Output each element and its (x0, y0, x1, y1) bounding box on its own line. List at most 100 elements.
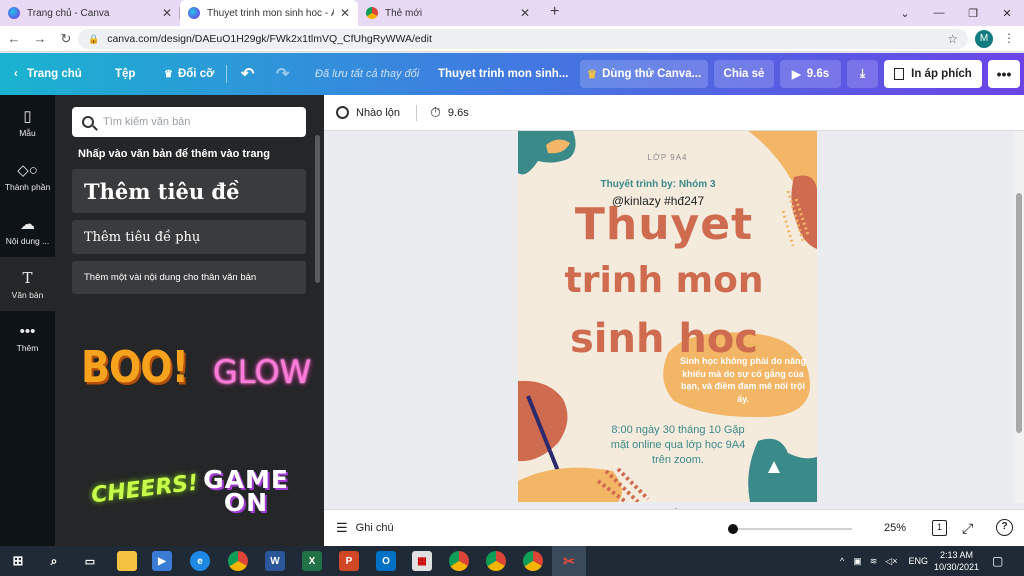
more-icon: ••• (996, 66, 1012, 82)
file-menu[interactable]: Tệp (115, 53, 135, 95)
bookmark-star-icon[interactable]: ☆ (947, 32, 958, 46)
scroll-thumb[interactable] (1016, 193, 1022, 433)
rail-item-uploads[interactable]: ☁ Nội dung ... (0, 203, 55, 257)
sticker-glow[interactable]: GLOW (213, 353, 311, 391)
powerpoint-icon[interactable]: P (339, 551, 359, 571)
url-input[interactable]: 🔒 canva.com/design/DAEuO1H29gk/FWk2x1tlm… (78, 29, 968, 49)
zoom-percent[interactable]: 25% (884, 522, 906, 534)
share-button[interactable]: Chia sẻ (714, 60, 774, 88)
chrome-icon[interactable] (486, 551, 506, 571)
clock[interactable]: 2:13 AM 10/30/2021 (934, 546, 979, 576)
search-icon[interactable]: ⌕ (44, 551, 64, 571)
print-label: In áp phích (911, 68, 972, 80)
chrome-icon[interactable] (228, 551, 248, 571)
rail-item-text[interactable]: T Văn bản (0, 257, 55, 311)
reload-icon[interactable]: ↻ (54, 31, 78, 47)
tab-title: Thẻ mới (385, 7, 423, 19)
zoom-slider[interactable] (728, 524, 852, 534)
scissors-icon: ✂ (563, 552, 575, 569)
internet-explorer-icon[interactable]: e (190, 551, 210, 571)
profile-avatar[interactable]: M (975, 30, 993, 48)
chrome-icon (366, 7, 378, 19)
outlook-icon[interactable]: O (376, 551, 396, 571)
excel-icon[interactable]: X (302, 551, 322, 571)
add-heading-button[interactable]: Thêm tiêu đề (72, 169, 306, 213)
timing-label: 9.6s (447, 106, 469, 119)
close-icon[interactable]: ✕ (340, 6, 350, 20)
present-button[interactable]: ▶ 9.6s (780, 60, 841, 88)
word-icon[interactable]: W (265, 551, 285, 571)
close-window-button[interactable]: ✕ (990, 7, 1024, 20)
sticker-cheers[interactable]: CHEERS! (90, 471, 200, 509)
add-body-text-button[interactable]: Thêm một vài nội dung cho thân văn bản (72, 261, 306, 294)
tab-new[interactable]: Thẻ mới ✕ (358, 0, 538, 26)
tab-canva-home[interactable]: Trang chủ - Canva ✕ (0, 0, 180, 26)
editor-scrollbar[interactable] (1014, 131, 1024, 503)
rail-item-more[interactable]: ••• Thêm (0, 311, 55, 365)
clock-time: 2:13 AM (940, 550, 974, 560)
notes-button[interactable]: ☰ Ghi chú (336, 520, 394, 536)
upload-icon: ☁ (20, 215, 35, 233)
chevron-up-icon[interactable]: ^ (840, 556, 844, 566)
task-view-icon[interactable]: ▭ (80, 551, 100, 571)
print-poster-button[interactable]: In áp phích (884, 60, 982, 88)
restore-button[interactable]: ❐ (956, 7, 990, 20)
editor-area: Nhào lộn ⏱ 9.6s LỚP 9A4 Thuyết trình by:… (324, 95, 1024, 546)
shuffle-button[interactable]: Nhào lộn (336, 106, 400, 119)
undo-button[interactable]: ↶ (241, 53, 254, 95)
forward-icon[interactable]: → (28, 31, 52, 46)
animate-icon (336, 106, 349, 119)
context-toolbar: Nhào lộn ⏱ 9.6s (324, 95, 1024, 131)
sticker-boo[interactable]: BOO! (81, 342, 189, 393)
text-search-input[interactable]: Tìm kiếm văn bản (72, 107, 306, 137)
design-title[interactable]: Thuyet trinh mon sinh... (438, 53, 568, 95)
timing-button[interactable]: ⏱ 9.6s (430, 104, 469, 121)
volume-icon[interactable]: ◁× (885, 556, 897, 567)
chrome-profile-icon[interactable] (523, 551, 543, 571)
snipping-tool-icon[interactable]: ✂ (552, 546, 586, 576)
tab-design[interactable]: Thuyet trinh mon sinh hoc - Áp p ✕ (180, 0, 358, 26)
file-explorer-icon[interactable] (117, 551, 137, 571)
windows-start-icon[interactable]: ⊞ (8, 551, 28, 571)
back-icon[interactable]: ← (2, 31, 26, 46)
crown-icon: ♛ (164, 68, 173, 80)
try-canva-pro-button[interactable]: ♛ Dùng thử Canva... (580, 60, 708, 88)
minimize-button[interactable]: — (922, 7, 956, 19)
tab-search-icon[interactable]: ⌄ (888, 7, 922, 20)
zoom-slider-knob[interactable] (728, 524, 738, 534)
design-page[interactable]: LỚP 9A4 Thuyết trình by: Nhóm 3 @kinlazy… (518, 131, 817, 502)
new-tab-button[interactable]: + (550, 3, 559, 21)
rail-item-elements[interactable]: ◇○ Thành phần (0, 149, 55, 203)
print-icon (894, 68, 905, 80)
language-indicator[interactable]: ENG (908, 556, 928, 566)
poster-schedule: 8:00 ngày 30 tháng 10 Gặp mặt online qua… (610, 424, 746, 466)
media-player-icon[interactable]: ▶ (152, 551, 172, 571)
divider (416, 105, 417, 121)
close-icon[interactable]: ✕ (162, 6, 172, 20)
download-button[interactable]: ⤓ (847, 60, 878, 88)
layout-icon: ▯ (23, 107, 32, 125)
poster-presenter: Thuyết trình by: Nhóm 3 (600, 179, 716, 190)
browser-menu-icon[interactable]: ⋮ (1003, 31, 1015, 45)
close-icon[interactable]: ✕ (520, 6, 530, 20)
play-icon: ▶ (791, 69, 801, 81)
rail-label: Nội dung ... (5, 235, 50, 246)
redo-button[interactable]: ↷ (276, 53, 289, 95)
chrome-profile-icon[interactable] (449, 551, 469, 571)
help-icon[interactable]: ? (996, 519, 1013, 536)
sticker-game-on[interactable]: GAME ON (201, 467, 291, 515)
more-options-button[interactable]: ••• (988, 60, 1020, 88)
fullscreen-icon[interactable]: ⤢ (962, 520, 973, 537)
orange-blob-left (518, 380, 568, 462)
home-button[interactable]: ‹ Trang chủ (14, 53, 82, 95)
network-icon[interactable]: ▣ (853, 556, 862, 567)
page-count-button[interactable]: 1 (932, 520, 947, 536)
rail-item-templates[interactable]: ▯ Mẫu (0, 95, 55, 149)
resize-button[interactable]: ♛ Đổi cỡ (164, 53, 214, 95)
notification-icon[interactable]: ▢ (992, 546, 1003, 576)
app-icon[interactable]: ▦ (412, 551, 432, 571)
add-subheading-button[interactable]: Thêm tiêu đề phụ (72, 220, 306, 254)
wifi-icon[interactable]: ≋ (870, 556, 878, 567)
browser-tab-strip: Trang chủ - Canva ✕ Thuyet trinh mon sin… (0, 0, 1024, 26)
panel-scrollbar[interactable] (315, 135, 320, 283)
